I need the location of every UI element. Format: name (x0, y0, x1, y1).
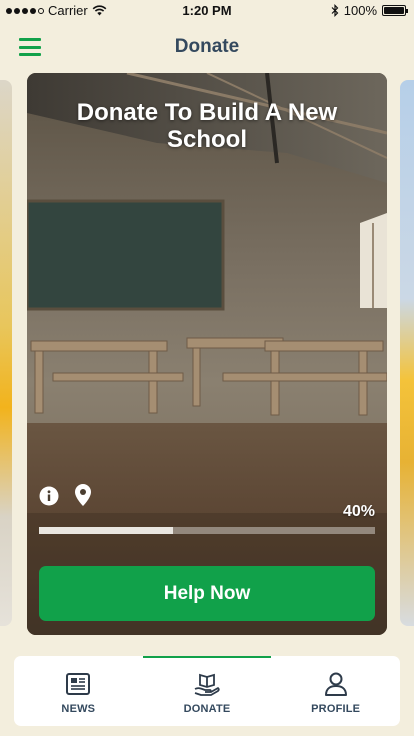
nav-item-profile[interactable]: PROFILE (271, 656, 400, 726)
user-icon (324, 672, 347, 696)
header: Donate (0, 28, 414, 68)
nav-label-profile: PROFILE (311, 703, 361, 715)
bottom-nav: NEWS DONATE PROFILE (14, 656, 400, 726)
page-title: Donate (174, 36, 240, 57)
card-title: Donate To Build A New School (76, 99, 338, 153)
info-icon[interactable] (39, 486, 59, 506)
nav-item-news[interactable]: NEWS (14, 656, 143, 726)
nav-label-news: NEWS (61, 703, 96, 715)
classroom-image (27, 73, 387, 635)
bluetooth-icon (331, 4, 339, 17)
progress-percent: 40% (342, 503, 375, 520)
nav-label-donate: DONATE (183, 703, 231, 715)
donate-hand-book-icon (194, 673, 220, 696)
progress-bar (39, 527, 375, 534)
battery-icon (382, 5, 408, 16)
newspaper-icon (66, 673, 91, 695)
next-card-peek[interactable] (400, 80, 414, 626)
progress-bar-fill (39, 527, 174, 534)
help-now-button[interactable]: Help Now (39, 566, 375, 621)
battery-percent: 100% (343, 3, 377, 18)
location-pin-icon[interactable] (74, 484, 92, 506)
nav-item-donate[interactable]: DONATE (142, 656, 272, 726)
previous-card-peek[interactable] (0, 80, 12, 626)
donation-card[interactable]: Donate To Build A New School 40% Help No… (27, 73, 387, 635)
status-bar: Carrier 1:20 PM 100% (0, 0, 414, 22)
status-right: 100% (331, 3, 408, 18)
